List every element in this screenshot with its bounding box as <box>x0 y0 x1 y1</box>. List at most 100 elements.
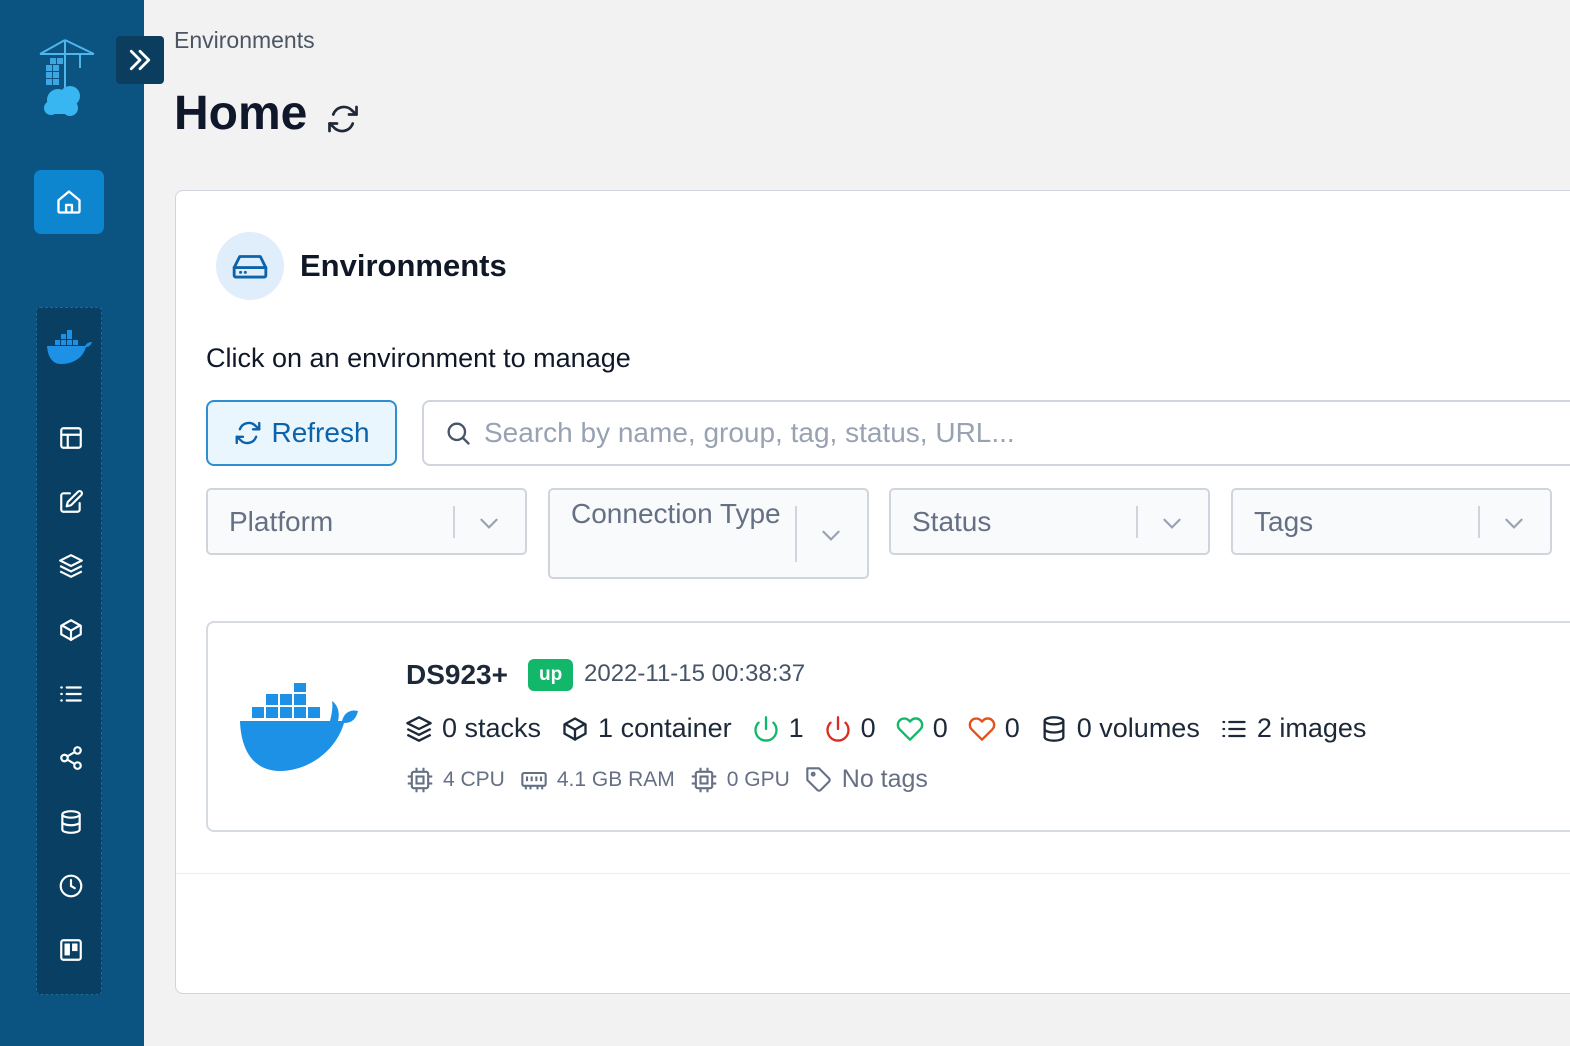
filter-separator <box>1136 506 1138 538</box>
dashboard-icon <box>58 425 84 451</box>
filter-connection-type-label: Connection Type <box>571 498 781 529</box>
list-icon <box>58 681 84 707</box>
filter-connection-type[interactable]: Connection Type <box>548 488 869 579</box>
list-icon <box>1220 715 1248 743</box>
card-subtitle: Click on an environment to manage <box>206 343 631 373</box>
refresh-button[interactable]: Refresh <box>206 400 397 466</box>
portainer-logo[interactable] <box>36 38 98 118</box>
containers-stat: 1 container <box>561 713 732 744</box>
sidebar-toggle-button[interactable] <box>116 36 164 84</box>
sidebar-item-host[interactable] <box>56 935 86 965</box>
layers-icon <box>405 715 433 743</box>
clock-icon <box>58 873 84 899</box>
images-stat: 2 images <box>1220 713 1367 744</box>
share-icon <box>58 745 84 771</box>
cpu-value: 4 CPU <box>443 767 505 791</box>
environment-name: DS923+ <box>406 659 508 690</box>
sidebar-item-volumes[interactable] <box>56 807 86 837</box>
docker-logo-icon <box>238 683 362 773</box>
home-icon <box>55 188 83 216</box>
environments-panel: Environments Click on an environment to … <box>175 190 1570 994</box>
box-icon <box>58 617 84 643</box>
unhealthy-count: 0 <box>1004 713 1020 743</box>
heart-healthy-icon <box>896 715 924 743</box>
edit-icon <box>58 489 84 515</box>
gpu-value: 0 GPU <box>726 767 790 791</box>
running-count: 1 <box>788 713 804 743</box>
page-title: Home <box>174 87 308 140</box>
search-input[interactable] <box>482 416 1570 450</box>
images-count: 2 images <box>1256 713 1367 743</box>
server-icon <box>216 232 284 300</box>
chevron-down-icon <box>476 510 502 536</box>
environment-stats: 0 stacks 1 container 1 0 0 0 0 volumes 2… <box>405 713 1386 744</box>
tags-value: No tags <box>841 765 928 793</box>
cpu-spec: 4 CPU <box>406 766 505 794</box>
healthy-stat: 0 <box>896 713 948 744</box>
refresh-button-label: Refresh <box>271 417 370 448</box>
sidebar-item-templates[interactable] <box>56 487 86 517</box>
heart-unhealthy-icon <box>968 715 996 743</box>
gpu-spec: 0 GPU <box>690 766 790 794</box>
chevrons-right-icon <box>125 45 155 75</box>
chevron-down-icon <box>1159 510 1185 536</box>
filter-platform-label: Platform <box>229 506 334 537</box>
filter-status[interactable]: Status <box>889 488 1210 555</box>
environment-timestamp: 2022-11-15 00:38:37 <box>584 660 806 687</box>
volumes-stat: 0 volumes <box>1040 713 1200 744</box>
filter-platform[interactable]: Platform <box>206 488 527 555</box>
card-divider <box>176 873 1570 874</box>
stacks-count: 0 stacks <box>442 713 542 743</box>
filter-tags[interactable]: Tags <box>1231 488 1552 555</box>
healthy-count: 0 <box>932 713 948 743</box>
filter-separator <box>795 506 797 562</box>
gpu-icon <box>690 766 718 794</box>
environment-item[interactable]: DS923+ up 2022-11-15 00:38:37 0 stacks 1… <box>206 621 1570 832</box>
search-box[interactable] <box>422 400 1570 466</box>
volumes-count: 0 volumes <box>1076 713 1200 743</box>
stacks-stat: 0 stacks <box>405 713 541 744</box>
sidebar <box>0 0 144 1046</box>
memory-icon <box>520 766 548 794</box>
status-badge: up <box>528 659 574 691</box>
power-stopped-icon <box>824 715 852 743</box>
filter-separator <box>453 506 455 538</box>
unhealthy-stat: 0 <box>968 713 1020 744</box>
stopped-stat: 0 <box>824 713 876 744</box>
sidebar-item-images[interactable] <box>56 679 86 709</box>
docker-environment-icon[interactable] <box>45 330 93 366</box>
ram-spec: 4.1 GB RAM <box>520 766 675 794</box>
search-icon <box>444 419 472 447</box>
tag-icon <box>805 766 833 794</box>
page-refresh-button[interactable] <box>324 101 362 137</box>
filter-status-label: Status <box>912 506 992 537</box>
chevron-down-icon <box>1501 510 1527 536</box>
sidebar-item-dashboard[interactable] <box>56 423 86 453</box>
ram-value: 4.1 GB RAM <box>556 767 675 791</box>
power-running-icon <box>752 715 780 743</box>
database-icon <box>58 809 84 835</box>
board-icon <box>58 937 84 963</box>
running-stat: 1 <box>752 713 804 744</box>
card-title: Environments <box>300 248 507 283</box>
chevron-down-icon <box>818 522 844 548</box>
box-icon <box>561 715 589 743</box>
cpu-icon <box>406 766 434 794</box>
sidebar-item-stacks[interactable] <box>56 551 86 581</box>
refresh-icon <box>233 418 263 448</box>
breadcrumb[interactable]: Environments <box>174 27 315 54</box>
layers-icon <box>58 553 84 579</box>
sidebar-item-containers[interactable] <box>56 615 86 645</box>
filter-tags-label: Tags <box>1254 506 1314 537</box>
environment-specs: 4 CPU 4.1 GB RAM 0 GPU No tags <box>406 765 943 794</box>
sidebar-item-events[interactable] <box>56 871 86 901</box>
database-icon <box>1040 715 1068 743</box>
filter-separator <box>1478 506 1480 538</box>
containers-count: 1 container <box>598 713 732 743</box>
refresh-icon <box>324 101 362 137</box>
sidebar-item-home[interactable] <box>34 170 104 234</box>
sidebar-item-networks[interactable] <box>56 743 86 773</box>
sidebar-environment-group <box>36 307 102 995</box>
tags-spec: No tags <box>805 765 928 794</box>
stopped-count: 0 <box>860 713 876 743</box>
